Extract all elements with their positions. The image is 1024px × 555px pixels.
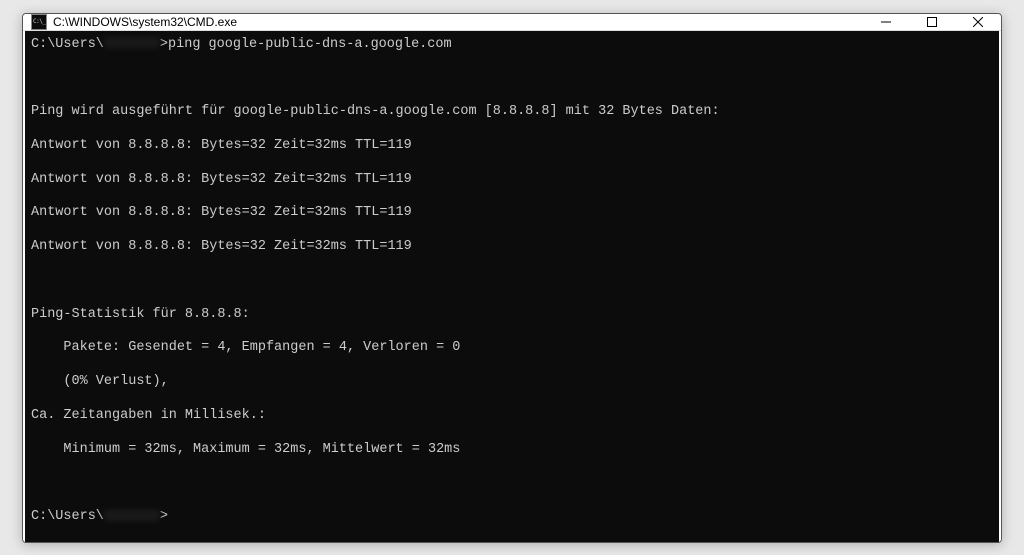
minimize-icon — [881, 17, 891, 27]
console-frame: C:\Users\> ping google-public-dns-a.googl… — [23, 31, 1001, 543]
output-line: Antwort von 8.8.8.8: Bytes=32 Zeit=32ms … — [31, 239, 993, 256]
command-text: ping google-public-dns-a.google.com — [168, 37, 452, 52]
maximize-icon — [927, 17, 937, 27]
output-line: Ca. Zeitangaben in Millisek.: — [31, 408, 993, 425]
output-line: Antwort von 8.8.8.8: Bytes=32 Zeit=32ms … — [31, 138, 993, 155]
output-line: Ping wird ausgeführt für google-public-d… — [31, 104, 993, 121]
output-line: Antwort von 8.8.8.8: Bytes=32 Zeit=32ms … — [31, 172, 993, 189]
redacted-user — [104, 510, 160, 521]
cmd-icon — [31, 14, 47, 30]
cmd-window: C:\WINDOWS\system32\CMD.exe C:\Users\> pi… — [22, 13, 1002, 543]
minimize-button[interactable] — [863, 14, 909, 30]
output-line: Minimum = 32ms, Maximum = 32ms, Mittelwe… — [31, 442, 993, 459]
output-line: Antwort von 8.8.8.8: Bytes=32 Zeit=32ms … — [31, 205, 993, 222]
output-line: Pakete: Gesendet = 4, Empfangen = 4, Ver… — [31, 340, 993, 357]
window-controls — [863, 14, 1001, 30]
blank-line — [31, 70, 993, 87]
window-title: C:\WINDOWS\system32\CMD.exe — [53, 15, 863, 29]
output-line: Ping-Statistik für 8.8.8.8: — [31, 307, 993, 324]
redacted-user — [104, 37, 160, 48]
blank-line — [31, 273, 993, 290]
blank-line — [31, 475, 993, 492]
titlebar[interactable]: C:\WINDOWS\system32\CMD.exe — [23, 14, 1001, 31]
output-line: (0% Verlust), — [31, 374, 993, 391]
close-button[interactable] — [955, 14, 1001, 30]
prompt-line: C:\Users\>ping google-public-dns-a.googl… — [31, 37, 993, 54]
maximize-button[interactable] — [909, 14, 955, 30]
console-output[interactable]: C:\Users\> ping google-public-dns-a.googl… — [25, 31, 999, 543]
close-icon — [973, 17, 983, 27]
prompt-line: C:\Users\> — [31, 509, 993, 526]
